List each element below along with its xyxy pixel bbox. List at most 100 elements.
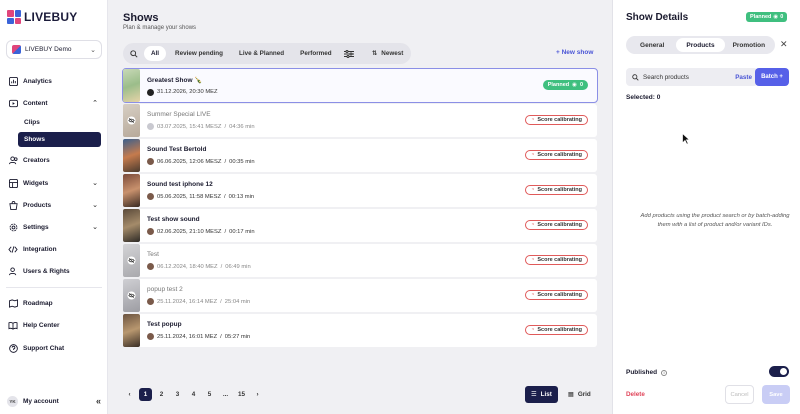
grid-view-button[interactable]: ▦ Grid bbox=[562, 386, 597, 403]
show-meta: 31.12.2026, 20:30 MEZ bbox=[147, 88, 218, 96]
page-ellipsis: ... bbox=[222, 390, 229, 398]
show-title: Test bbox=[147, 251, 159, 258]
batch-add-button[interactable]: Batch + bbox=[755, 68, 789, 86]
sidebar-item-widgets[interactable]: Widgets ⌄ bbox=[8, 175, 102, 191]
search-icon[interactable] bbox=[126, 46, 142, 61]
sidebar-item-products[interactable]: Products ⌄ bbox=[8, 197, 102, 213]
sidebar-item-content[interactable]: Content ⌃ bbox=[8, 95, 102, 111]
next-page-icon[interactable]: › bbox=[251, 388, 264, 401]
status-badge: ◔ Score calibrating bbox=[525, 255, 588, 265]
sidebar-item-integration[interactable]: Integration bbox=[8, 241, 102, 257]
page-1[interactable]: 1 bbox=[139, 387, 152, 401]
table-row[interactable]: Sound Test Bertold 06.06.2025, 12:06 MES… bbox=[123, 139, 597, 172]
save-button[interactable]: Save bbox=[762, 385, 790, 404]
brand-logo[interactable]: LIVEBUY bbox=[7, 10, 77, 24]
tab-general[interactable]: General bbox=[628, 38, 676, 52]
calibrating-icon: ◔ bbox=[531, 187, 535, 193]
gear-icon bbox=[8, 222, 18, 232]
products-icon bbox=[8, 200, 18, 210]
sidebar-item-label: Users & Rights bbox=[23, 267, 70, 275]
my-account[interactable]: YK My account « bbox=[7, 395, 101, 407]
product-search-input[interactable]: Search products Paste bbox=[626, 68, 758, 86]
status-badge: Planned ◉ 0 bbox=[542, 80, 588, 90]
show-date: 03.07.2025, 15:41 MESZ bbox=[157, 123, 222, 130]
page-4[interactable]: 4 bbox=[187, 388, 200, 401]
book-icon bbox=[8, 320, 18, 330]
show-date: 25.11.2024, 16:01 MEZ bbox=[157, 333, 218, 340]
table-row[interactable]: Sound test iphone 12 05.06.2025, 11:58 M… bbox=[123, 174, 597, 207]
list-view-button[interactable]: ☰ List bbox=[525, 386, 558, 403]
widgets-icon bbox=[8, 178, 18, 188]
delete-button[interactable]: Delete bbox=[626, 391, 645, 398]
filter-performed[interactable]: Performed bbox=[293, 46, 339, 61]
published-toggle[interactable] bbox=[769, 366, 789, 377]
show-meta: 25.11.2024, 16:14 MEZ / 25:04 min bbox=[147, 298, 250, 305]
sidebar-item-label: Support Chat bbox=[23, 344, 65, 352]
status-badge: ◔ Score calibrating bbox=[525, 220, 588, 230]
close-icon[interactable]: ✕ bbox=[780, 39, 788, 50]
calibrating-icon: ◔ bbox=[531, 257, 535, 263]
sidebar-item-analytics[interactable]: Analytics bbox=[8, 73, 102, 89]
sort-button[interactable]: ⇅ Newest bbox=[366, 46, 409, 61]
page-2[interactable]: 2 bbox=[155, 388, 168, 401]
filter-settings-icon[interactable] bbox=[340, 46, 358, 61]
creator-avatar bbox=[147, 88, 154, 96]
table-row[interactable]: Test 06.12.2024, 18:40 MEZ / 06:49 min ◔… bbox=[123, 244, 597, 277]
workspace-icon bbox=[12, 45, 21, 54]
sidebar-item-shows[interactable]: Shows bbox=[18, 132, 101, 147]
workspace-selector[interactable]: LIVEBUY Demo ⌄ bbox=[6, 40, 102, 59]
brand-name: LIVEBUY bbox=[24, 10, 78, 24]
tab-promotion[interactable]: Promotion bbox=[725, 38, 773, 52]
show-title: popup test 2 bbox=[147, 286, 183, 293]
collapse-sidebar-icon[interactable]: « bbox=[96, 396, 101, 406]
table-row[interactable]: Summer Special LIVE 03.07.2025, 15:41 ME… bbox=[123, 104, 597, 137]
filter-review-pending[interactable]: Review pending bbox=[168, 46, 230, 61]
sidebar-item-settings[interactable]: Settings ⌄ bbox=[8, 219, 102, 235]
sidebar: LIVEBUY LIVEBUY Demo ⌄ Analytics Content… bbox=[0, 0, 108, 414]
account-label: My account bbox=[23, 397, 59, 405]
show-meta: 03.07.2025, 15:41 MESZ / 04:36 min bbox=[147, 123, 255, 130]
show-meta: 06.12.2024, 18:40 MEZ / 06:49 min bbox=[147, 263, 251, 270]
creator-avatar bbox=[147, 193, 154, 200]
table-row[interactable]: Test popup 25.11.2024, 16:01 MEZ / 05:27… bbox=[123, 314, 597, 347]
chevron-down-icon: ⌄ bbox=[92, 180, 98, 187]
page-3[interactable]: 3 bbox=[171, 388, 184, 401]
creator-avatar bbox=[147, 263, 154, 270]
sidebar-item-label: Integration bbox=[23, 245, 57, 253]
show-title: Sound Test Bertold bbox=[147, 146, 207, 153]
filter-live-planned[interactable]: Live & Planned bbox=[232, 46, 291, 61]
prev-page-icon[interactable]: ‹ bbox=[123, 388, 136, 401]
creator-avatar bbox=[147, 123, 154, 130]
info-icon[interactable]: i bbox=[661, 369, 668, 376]
paste-button[interactable]: Paste bbox=[735, 74, 752, 81]
page-15[interactable]: 15 bbox=[235, 388, 248, 401]
sidebar-item-creators[interactable]: Creators bbox=[8, 152, 102, 168]
sidebar-item-users-rights[interactable]: Users & Rights bbox=[8, 263, 102, 279]
new-show-button[interactable]: + New show bbox=[556, 49, 593, 56]
show-date: 02.06.2025, 21:10 MESZ bbox=[157, 228, 222, 235]
empty-hint: Add products using the product search or… bbox=[640, 213, 790, 228]
cancel-button[interactable]: Cancel bbox=[725, 385, 754, 404]
sidebar-item-help-center[interactable]: Help Center bbox=[8, 317, 102, 333]
sidebar-item-label: Clips bbox=[24, 119, 40, 126]
table-row[interactable]: popup test 2 25.11.2024, 16:14 MEZ / 25:… bbox=[123, 279, 597, 312]
calibrating-icon: ◔ bbox=[531, 117, 535, 123]
sidebar-item-clips[interactable]: Clips bbox=[18, 115, 101, 130]
show-date: 06.06.2025, 12:06 MESZ bbox=[157, 158, 222, 165]
table-row[interactable]: Test show sound 02.06.2025, 21:10 MESZ /… bbox=[123, 209, 597, 242]
sidebar-item-label: Creators bbox=[23, 156, 50, 164]
sidebar-item-roadmap[interactable]: Roadmap bbox=[8, 295, 102, 311]
sidebar-item-label: Products bbox=[23, 201, 52, 209]
sidebar-item-label: Roadmap bbox=[23, 299, 53, 307]
table-row[interactable]: Greatest Show 🍾 31.12.2026, 20:30 MEZ Pl… bbox=[122, 68, 598, 103]
search-icon bbox=[632, 73, 639, 81]
chevron-up-icon: ⌃ bbox=[92, 100, 98, 107]
show-details-panel: Show Details Planned ◉ 0 General Product… bbox=[612, 0, 800, 414]
creator-avatar bbox=[147, 158, 154, 165]
analytics-icon bbox=[8, 76, 18, 86]
tab-products[interactable]: Products bbox=[676, 38, 725, 52]
page-5[interactable]: 5 bbox=[203, 388, 216, 401]
chevron-down-icon: ⌄ bbox=[92, 202, 98, 209]
sidebar-item-support-chat[interactable]: Support Chat bbox=[8, 340, 102, 356]
filter-all[interactable]: All bbox=[144, 46, 167, 61]
